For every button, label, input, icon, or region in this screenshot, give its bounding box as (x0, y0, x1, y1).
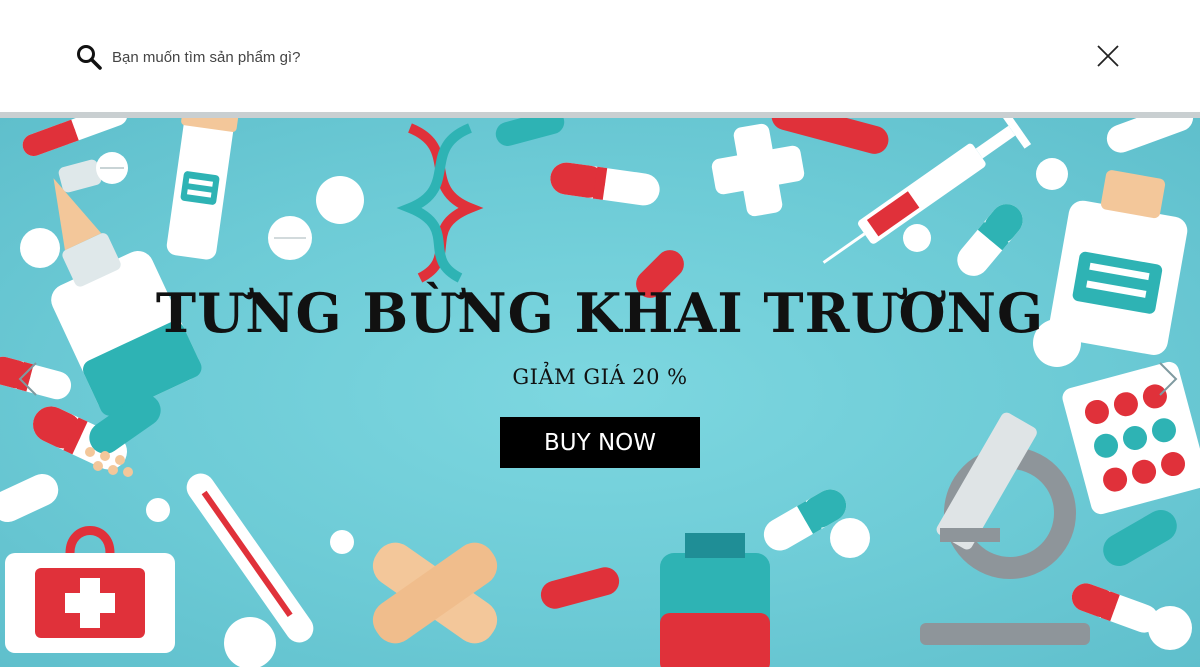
banner-headline: TƯNG BỪNG KHAI TRƯƠNG (155, 281, 1045, 345)
banner-subline: GIẢM GIÁ 20 % (512, 365, 688, 389)
search-input[interactable] (112, 42, 712, 72)
buy-now-button[interactable]: BUY NOW (500, 417, 700, 468)
chevron-left-icon[interactable] (16, 361, 40, 397)
search-icon[interactable] (76, 44, 102, 70)
close-icon[interactable] (1096, 44, 1120, 68)
chevron-right-icon[interactable] (1156, 361, 1180, 397)
hero-banner: TƯNG BỪNG KHAI TRƯƠNG GIẢM GIÁ 20 % BUY … (0, 118, 1200, 667)
medical-illustration (0, 118, 1200, 667)
search-bar (0, 0, 1200, 112)
